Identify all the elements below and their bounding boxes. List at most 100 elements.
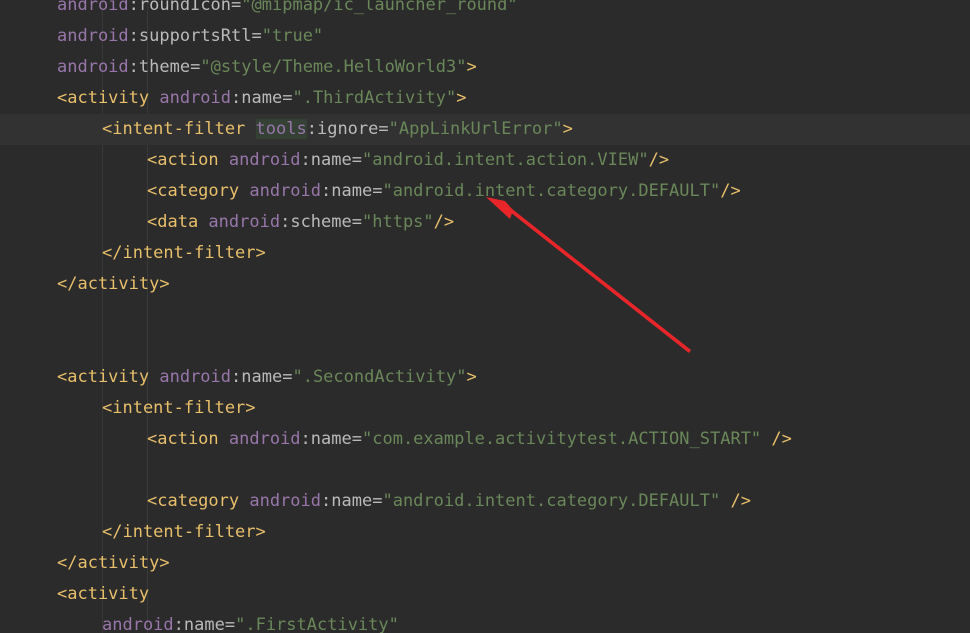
code-token: </intent-filter> <box>102 522 266 542</box>
code-token: android <box>102 615 174 633</box>
code-token: = <box>372 491 383 511</box>
code-line[interactable]: android:theme="@style/Theme.HelloWorld3"… <box>0 52 970 83</box>
code-line[interactable] <box>0 455 970 486</box>
code-line[interactable]: <category android:name="android.intent.c… <box>0 176 970 207</box>
code-line[interactable]: android:supportsRtl="true" <box>0 21 970 52</box>
code-line-content: <category android:name="android.intent.c… <box>147 486 751 517</box>
code-line-content: <activity android:name=".SecondActivity"… <box>57 362 477 393</box>
code-token: name <box>331 491 373 511</box>
code-line-content: android:name=".FirstActivity" <box>102 610 399 633</box>
code-token: = <box>372 181 383 201</box>
code-token: ".FirstActivity" <box>235 615 399 633</box>
code-line[interactable]: android:roundIcon="@mipmap/ic_launcher_r… <box>0 0 970 21</box>
code-line-content: <intent-filter tools:ignore="AppLinkUrlE… <box>102 114 573 145</box>
code-token: = <box>351 150 362 170</box>
code-token: <action <box>147 429 229 449</box>
code-line-content: <activity android:name=".ThirdActivity"> <box>57 83 466 114</box>
code-token: = <box>282 367 293 387</box>
code-token: name <box>183 615 225 633</box>
code-line[interactable]: <activity android:name=".ThirdActivity"> <box>0 83 970 114</box>
code-token: "@mipmap/ic_launcher_round" <box>241 0 518 15</box>
code-token: > <box>466 367 477 387</box>
code-line[interactable]: </intent-filter> <box>0 238 970 269</box>
code-token: name <box>310 150 352 170</box>
code-editor[interactable]: android:roundIcon="@mipmap/ic_launcher_r… <box>0 0 970 633</box>
code-line-content: android:roundIcon="@mipmap/ic_launcher_r… <box>57 0 518 21</box>
code-line[interactable]: android:name=".FirstActivity" <box>0 610 970 633</box>
code-token: = <box>351 429 362 449</box>
code-token: : <box>321 181 332 201</box>
code-token: ".ThirdActivity" <box>292 88 457 108</box>
code-token: </activity> <box>57 553 170 573</box>
code-token: </intent-filter> <box>102 243 266 263</box>
code-token: : <box>128 0 139 15</box>
code-token: android <box>57 26 129 46</box>
code-line-content: <data android:scheme="https"/> <box>147 207 454 238</box>
code-line[interactable]: <category android:name="android.intent.c… <box>0 486 970 517</box>
code-token: </activity> <box>57 274 170 294</box>
code-line-content: <category android:name="android.intent.c… <box>147 176 741 207</box>
code-token: name <box>241 367 283 387</box>
code-token: "android.intent.category.DEFAULT" <box>382 181 721 201</box>
code-token: tools <box>255 119 307 139</box>
code-token: : <box>300 429 311 449</box>
code-token: = <box>378 119 389 139</box>
code-line-content: <action android:name="com.example.activi… <box>147 424 792 455</box>
code-token: = <box>351 212 362 232</box>
code-token: : <box>321 491 332 511</box>
code-token: = <box>251 26 262 46</box>
code-line[interactable]: <activity android:name=".SecondActivity"… <box>0 362 970 393</box>
code-token: : <box>231 88 242 108</box>
code-token: name <box>331 181 373 201</box>
code-token: = <box>224 615 236 633</box>
code-line-content: <action android:name="android.intent.act… <box>147 145 669 176</box>
code-token: android <box>228 150 301 170</box>
code-token: /> <box>720 491 751 511</box>
code-token: name <box>310 429 352 449</box>
code-token: ".SecondActivity" <box>292 367 467 387</box>
code-token: "@style/Theme.HelloWorld3" <box>200 57 467 77</box>
code-token: : <box>128 26 139 46</box>
code-token: "AppLinkUrlError" <box>388 119 563 139</box>
code-token: /> <box>720 181 741 201</box>
code-token: android <box>208 212 281 232</box>
code-line-content: android:theme="@style/Theme.HelloWorld3"… <box>57 52 477 83</box>
code-token: roundIcon <box>138 0 232 15</box>
code-line-content: <intent-filter> <box>102 393 256 424</box>
code-token: "android.intent.action.VIEW" <box>362 150 649 170</box>
code-token: <activity <box>57 584 150 604</box>
code-token: android <box>249 181 322 201</box>
code-line[interactable]: <data android:scheme="https"/> <box>0 207 970 238</box>
code-token: : <box>300 150 311 170</box>
code-token: > <box>562 119 573 139</box>
code-token: > <box>456 88 467 108</box>
code-token: android <box>57 57 129 77</box>
code-line[interactable] <box>0 331 970 362</box>
code-line[interactable]: <intent-filter tools:ignore="AppLinkUrlE… <box>0 114 970 145</box>
code-token: android <box>57 0 129 15</box>
code-line[interactable]: <intent-filter> <box>0 393 970 424</box>
code-line-content: </intent-filter> <box>102 238 266 269</box>
code-line[interactable]: <action android:name="com.example.activi… <box>0 424 970 455</box>
code-token: android <box>159 367 232 387</box>
code-token: <action <box>147 150 229 170</box>
code-token: "com.example.activitytest.ACTION_START" <box>362 429 762 449</box>
code-token: <intent-filter> <box>102 398 256 418</box>
code-line[interactable]: </intent-filter> <box>0 517 970 548</box>
code-token: : <box>173 615 184 633</box>
code-token: /> <box>433 212 455 232</box>
code-line[interactable]: </activity> <box>0 548 970 579</box>
code-token: android <box>249 491 322 511</box>
code-line[interactable]: <action android:name="android.intent.act… <box>0 145 970 176</box>
code-token: <data <box>147 212 209 232</box>
code-token: <intent-filter <box>102 119 256 139</box>
code-line[interactable] <box>0 300 970 331</box>
code-token: supportsRtl <box>138 26 252 46</box>
code-token: scheme <box>290 212 352 232</box>
code-line[interactable]: </activity> <box>0 269 970 300</box>
code-line[interactable]: <activity <box>0 579 970 610</box>
code-token: <category <box>147 491 250 511</box>
code-token: android <box>159 88 232 108</box>
code-token: ignore <box>316 119 379 139</box>
code-token: = <box>231 0 242 15</box>
